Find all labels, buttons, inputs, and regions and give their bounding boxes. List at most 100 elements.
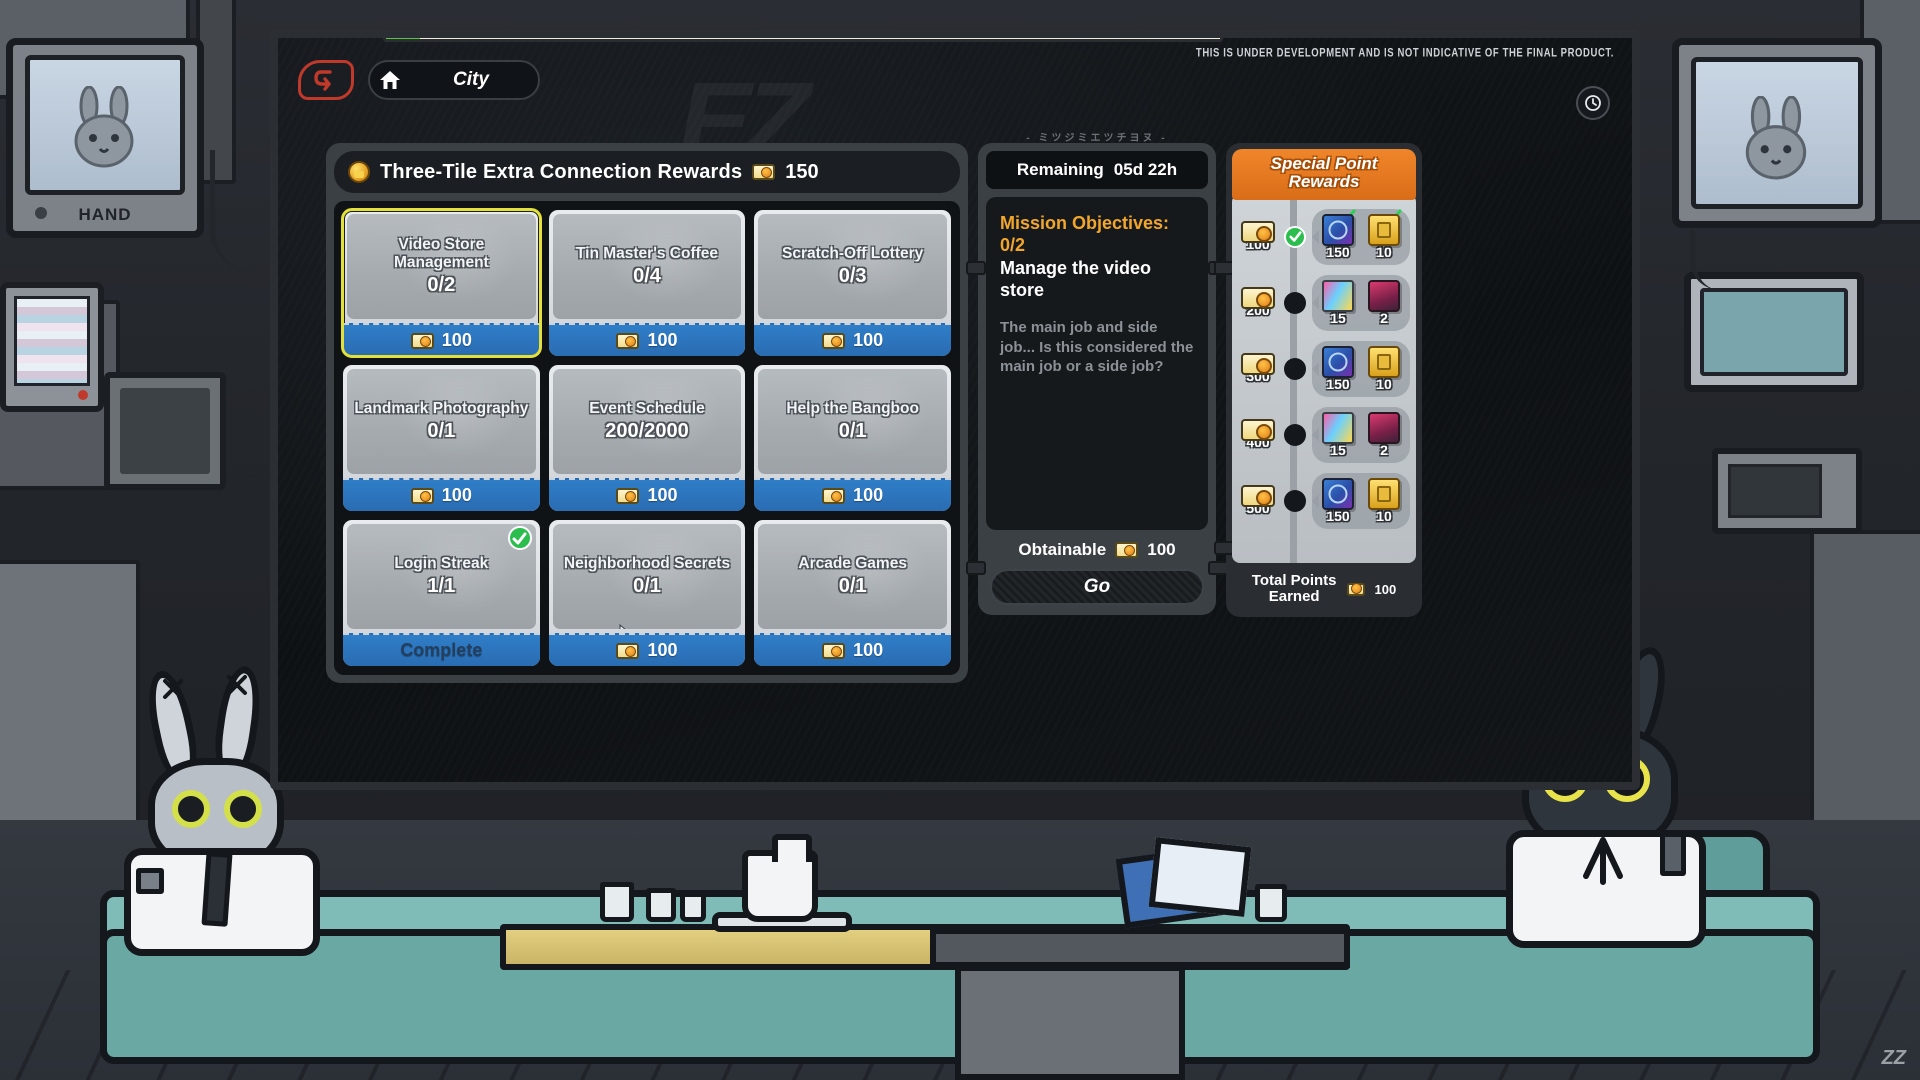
reward-items-group: 150 10 — [1312, 340, 1410, 397]
denny-icon — [1368, 213, 1400, 246]
tile-reward-value: 100 — [853, 640, 884, 660]
rewards-rows-host: 100 150 10 200 15 2 300 150 10 400 15 2 500 150 10 — [1238, 204, 1410, 534]
reward-item[interactable]: 10 — [1364, 345, 1404, 392]
reward-node[interactable] — [1284, 423, 1306, 446]
reward-row[interactable]: 200 15 2 — [1238, 270, 1410, 336]
tile-face: Scratch-Off Lottery 0/3 — [758, 214, 947, 319]
tile-footer: 100 — [754, 323, 951, 356]
reward-item-count: 2 — [1380, 309, 1388, 326]
rewards-title-line1: Special Point — [1270, 154, 1378, 173]
tile-footer: 100 — [548, 478, 746, 511]
mission-body: Mission Objectives: 0/2 Manage the video… — [986, 197, 1208, 530]
reward-item[interactable]: 2 — [1364, 411, 1404, 458]
ear-cross-marking — [226, 674, 248, 696]
reward-item[interactable]: 10 — [1364, 209, 1404, 260]
task-tile[interactable]: Login Streak 1/1 Complete — [343, 520, 540, 666]
tile-footer: 100 — [343, 323, 540, 356]
home-icon — [380, 71, 400, 89]
reward-node[interactable] — [1284, 225, 1306, 248]
panel-connector-knob — [1214, 541, 1234, 555]
ticket-icon — [752, 164, 776, 180]
reward-item-count: 150 — [1326, 375, 1350, 392]
book-icon — [1322, 345, 1354, 378]
reward-threshold: 500 — [1238, 485, 1278, 516]
reward-node[interactable] — [1284, 357, 1306, 380]
book-icon — [1322, 213, 1354, 246]
teapot — [742, 834, 818, 922]
reward-item-count: 10 — [1376, 507, 1392, 524]
tile-face: Tin Master's Coffee 0/4 — [552, 214, 742, 319]
reward-item[interactable]: 2 — [1364, 279, 1404, 326]
ticket-icon — [822, 642, 846, 659]
tile-name: Video Store Management — [393, 236, 489, 271]
tv-screen — [1691, 57, 1863, 209]
watermark: ZZ — [1881, 1047, 1906, 1069]
tile-progress: 0/1 — [633, 575, 661, 598]
film-icon — [1322, 279, 1354, 312]
reward-threshold: 100 — [1238, 221, 1278, 252]
character-badge — [136, 868, 164, 894]
reward-item[interactable]: 15 — [1318, 279, 1358, 326]
ticket-icon — [1241, 419, 1275, 442]
ticket-icon — [822, 332, 846, 349]
obtainable-row: Obtainable 100 — [990, 540, 1204, 560]
reward-row[interactable]: 500 150 10 — [1238, 468, 1410, 534]
task-tile[interactable]: Landmark Photography 0/1 100 — [343, 365, 540, 511]
task-tile[interactable]: Tin Master's Coffee 0/4 100 — [548, 210, 746, 356]
go-button[interactable]: Go — [990, 569, 1204, 605]
ticket-icon — [410, 332, 434, 349]
tile-progress: 0/1 — [838, 420, 867, 443]
tile-progress: 200/2000 — [605, 420, 689, 443]
task-tile[interactable]: Video Store Management 0/2 100 — [341, 208, 542, 358]
ear-cross-marking — [162, 678, 184, 700]
denny-icon — [1368, 345, 1400, 378]
reward-threshold: 200 — [1238, 287, 1278, 318]
wall-crt-monitor — [0, 282, 104, 412]
reward-item-count: 150 — [1326, 243, 1350, 260]
reward-node[interactable] — [1284, 489, 1306, 512]
back-button[interactable] — [298, 60, 354, 100]
clock-button[interactable] — [1576, 86, 1610, 120]
character-device — [1660, 832, 1686, 876]
decorative-glyphs: - ミツジミエツチヨヌ - — [1026, 133, 1168, 144]
tv-knob — [35, 207, 47, 219]
task-tile[interactable]: Help the Bangboo 0/1 100 — [754, 365, 951, 511]
reward-item[interactable]: 150 — [1318, 345, 1358, 392]
cup — [646, 888, 676, 922]
reward-row[interactable]: 100 150 10 — [1238, 204, 1410, 270]
rewards-list[interactable]: 100 150 10 200 15 2 300 150 10 400 15 2 500 150 10 — [1232, 193, 1416, 563]
microwave-window — [1728, 464, 1822, 518]
tile-name: Login Streak — [394, 554, 489, 572]
ticket-icon — [616, 642, 640, 659]
cup — [1255, 884, 1287, 922]
location-pill[interactable]: City — [368, 60, 540, 100]
bunny-mascot-icon — [1745, 95, 1807, 180]
task-tile[interactable]: Neighborhood Secrets 0/1 100 — [548, 520, 746, 666]
home-button[interactable] — [370, 60, 410, 100]
tile-reward-value: 100 — [441, 330, 472, 350]
tile-footer: 100 — [343, 478, 540, 511]
task-tile[interactable]: Arcade Games 0/1 100 — [754, 520, 951, 666]
reward-row[interactable]: 300 150 10 — [1238, 336, 1410, 402]
book-icon — [1322, 477, 1354, 510]
remaining-value: 05d 22h — [1113, 160, 1178, 179]
tile-face: Neighborhood Secrets 0/1 — [552, 524, 742, 629]
total-points-earned: Total Points Earned 100 — [1232, 563, 1416, 611]
panels-container: Three-Tile Extra Connection Rewards 150 … — [326, 133, 1604, 683]
tasks-points-value: 150 — [785, 160, 819, 183]
reward-node[interactable] — [1284, 291, 1306, 314]
reward-row[interactable]: 400 15 2 — [1238, 402, 1410, 468]
tile-reward-value: 100 — [647, 485, 678, 505]
tile-footer: 100 — [548, 633, 746, 666]
reward-item[interactable]: 150 — [1318, 209, 1358, 260]
task-tile[interactable]: Event Schedule 200/2000 100 — [548, 365, 746, 511]
task-tile[interactable]: Scratch-Off Lottery 0/3 100 — [754, 210, 951, 356]
reward-item[interactable]: 15 — [1318, 411, 1358, 458]
tile-progress: 0/3 — [838, 265, 867, 288]
mission-footer: Obtainable 100 Go — [986, 530, 1208, 607]
complete-check-icon — [507, 526, 532, 550]
reward-item[interactable]: 150 — [1318, 477, 1358, 524]
reward-item[interactable]: 10 — [1364, 477, 1404, 524]
denny-icon — [1368, 477, 1400, 510]
coffee-table-dark-section — [930, 928, 1350, 968]
